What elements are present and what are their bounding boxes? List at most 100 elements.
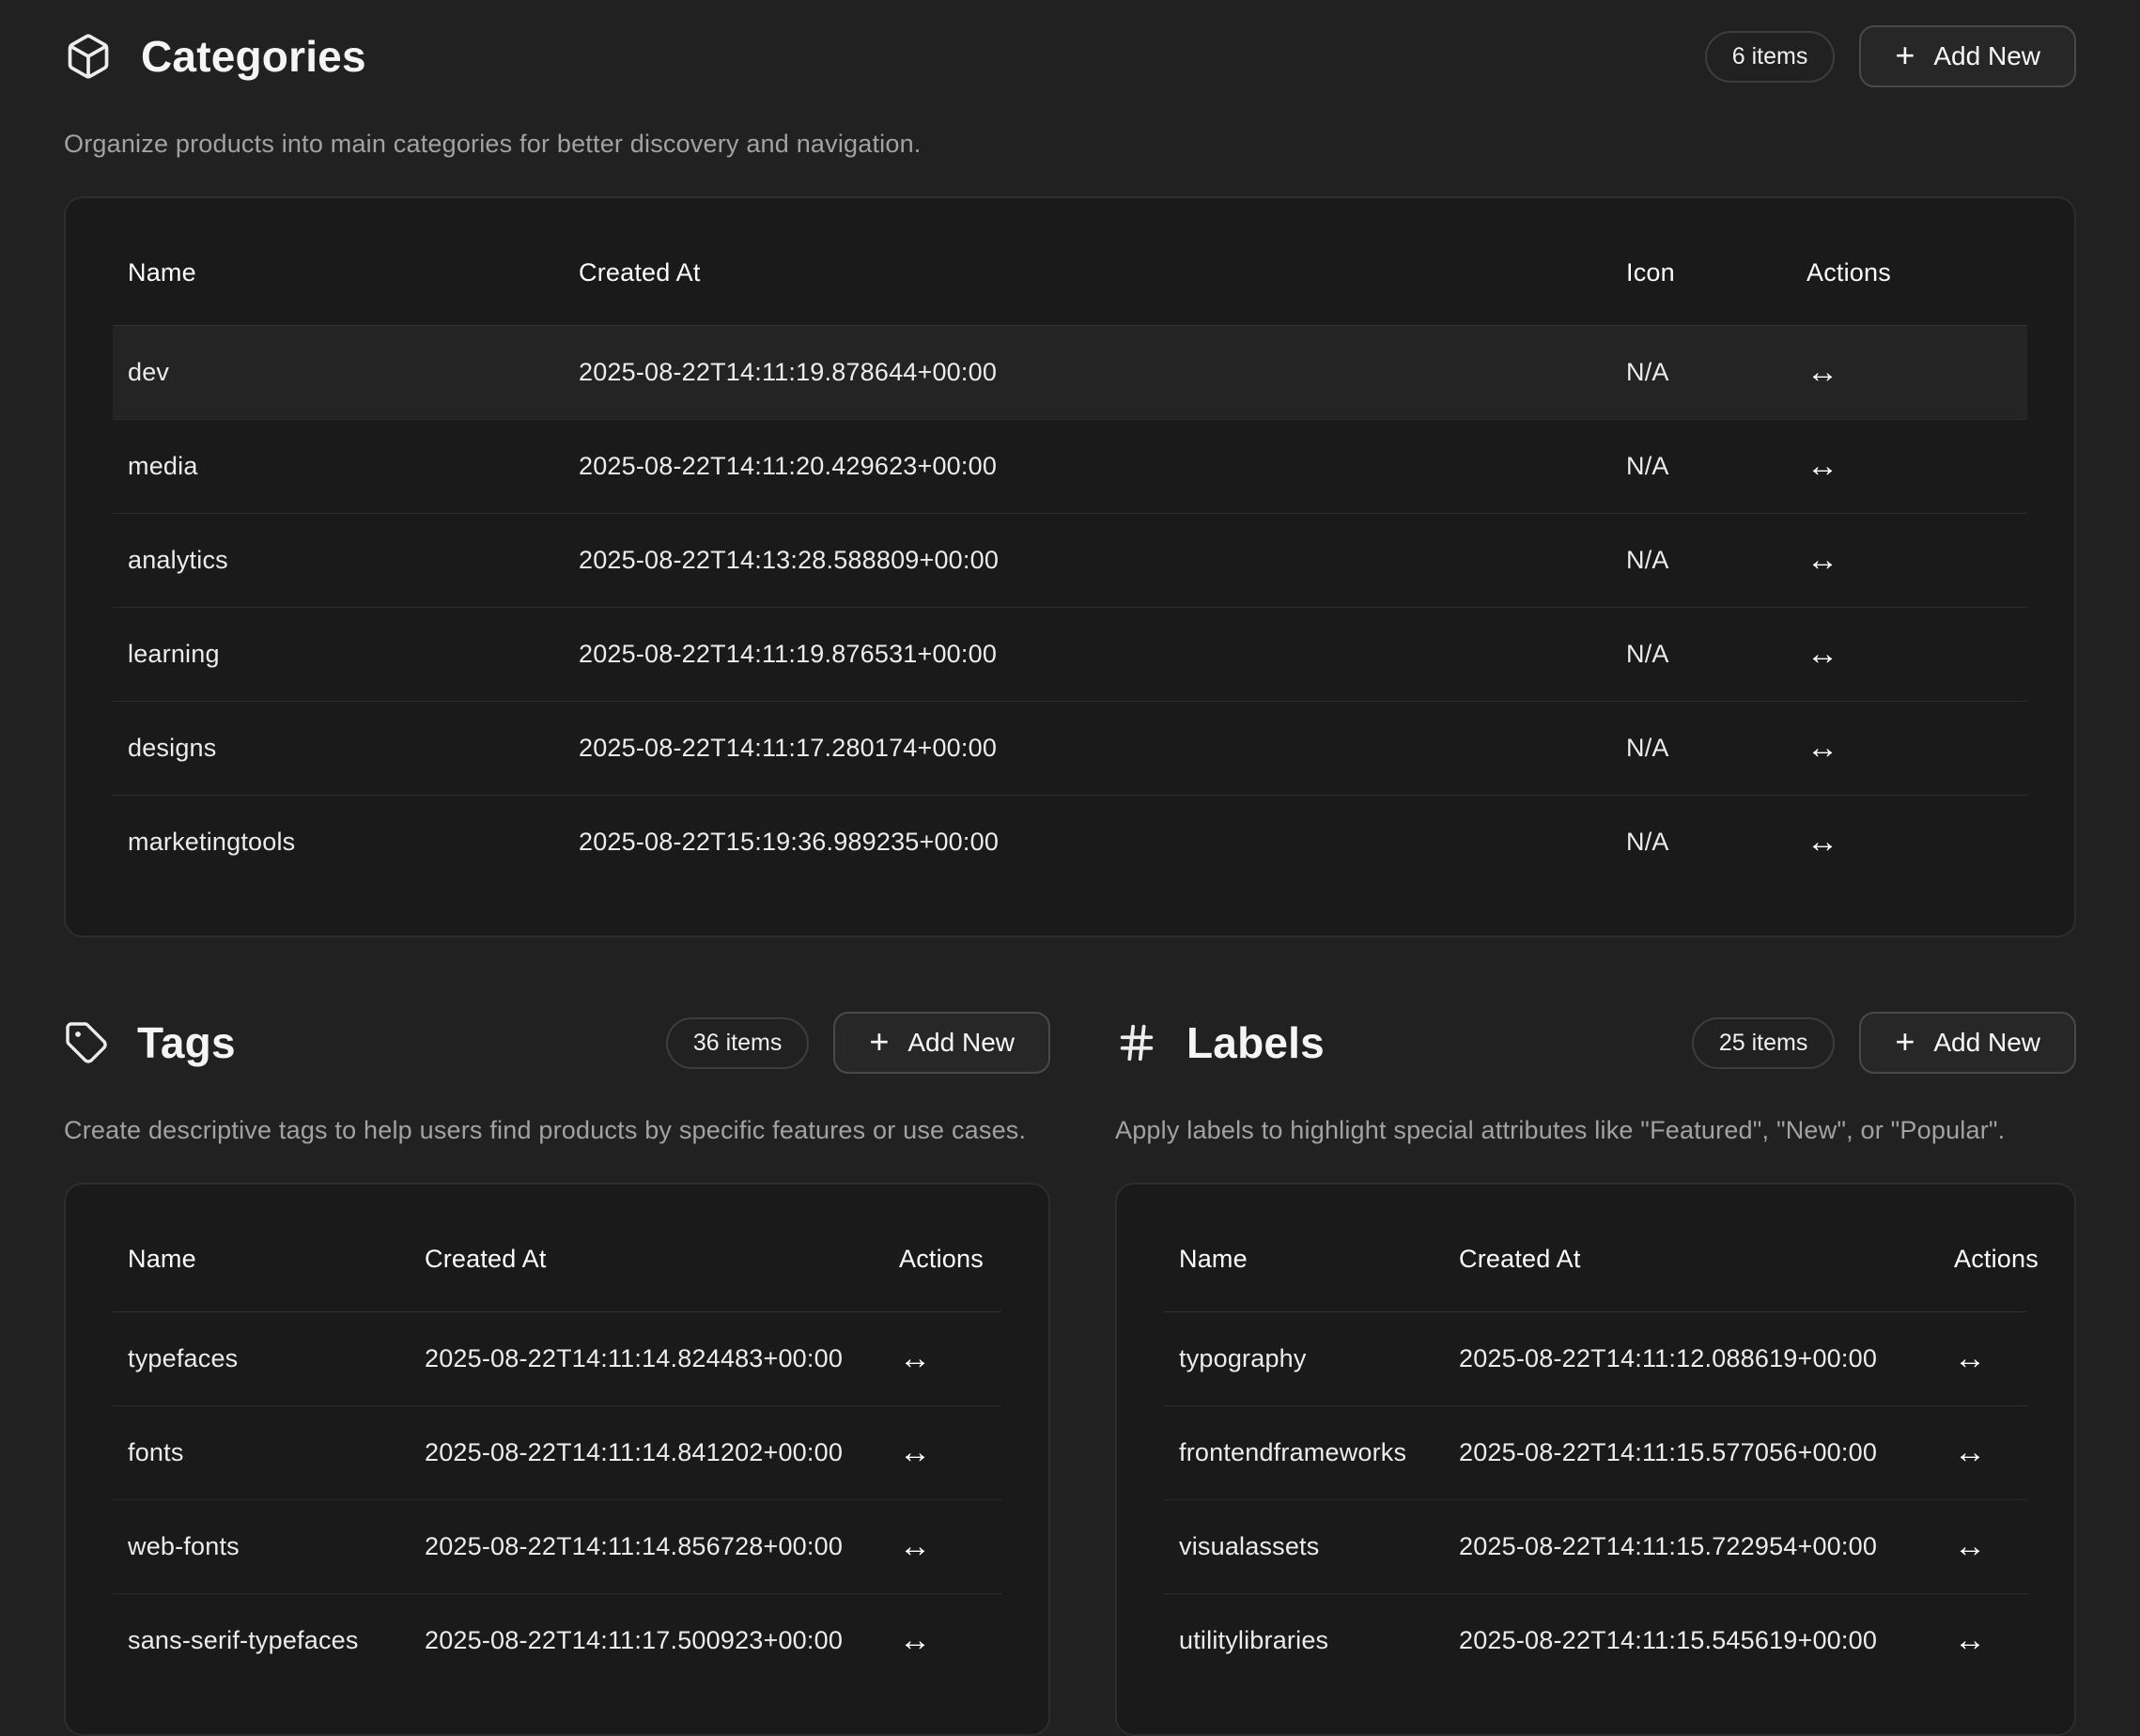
column-header-created-at: Created At [1444,1232,1939,1312]
cell-name: web-fonts [113,1500,410,1594]
tags-header: Tags 36 items + Add New [64,1009,1050,1077]
categories-header: Categories 6 items + Add New [64,23,2076,90]
move-arrow-icon[interactable]: ↔ [884,1594,1001,1688]
cell-created-at: 2025-08-22T15:19:36.989235+00:00 [564,796,1611,890]
cell-name: typefaces [113,1312,410,1406]
move-arrow-icon[interactable]: ↔ [1791,326,2027,420]
table-row[interactable]: analytics 2025-08-22T14:13:28.588809+00:… [113,514,2027,608]
cell-created-at: 2025-08-22T14:11:19.878644+00:00 [564,326,1611,420]
tags-description: Create descriptive tags to help users fi… [64,1116,1050,1145]
tag-icon [64,1020,109,1065]
column-header-created-at: Created At [410,1232,884,1312]
cell-created-at: 2025-08-22T14:11:15.722954+00:00 [1444,1500,1939,1594]
cell-icon: N/A [1611,326,1791,420]
plus-icon: + [869,1029,889,1056]
move-arrow-icon[interactable]: ↔ [884,1312,1001,1406]
categories-section: Categories 6 items + Add New Organize pr… [64,23,2076,938]
tags-count-badge: 36 items [666,1017,809,1069]
move-arrow-icon[interactable]: ↔ [1791,608,2027,702]
add-new-label: Add New [907,1028,1015,1058]
cell-created-at: 2025-08-22T14:11:15.545619+00:00 [1444,1594,1939,1688]
column-header-name: Name [113,245,564,326]
column-header-actions: Actions [884,1232,1001,1312]
table-row[interactable]: dev 2025-08-22T14:11:19.878644+00:00 N/A… [113,326,2027,420]
cell-created-at: 2025-08-22T14:11:17.280174+00:00 [564,702,1611,796]
cell-name: marketingtools [113,796,564,890]
cell-created-at: 2025-08-22T14:11:19.876531+00:00 [564,608,1611,702]
plus-icon: + [1895,42,1915,70]
cell-created-at: 2025-08-22T14:11:20.429623+00:00 [564,420,1611,514]
move-arrow-icon[interactable]: ↔ [1791,702,2027,796]
cell-name: sans-serif-typefaces [113,1594,410,1688]
move-arrow-icon[interactable]: ↔ [1791,514,2027,608]
categories-table: Name Created At Icon Actions dev 2025-08… [113,245,2027,889]
cell-icon: N/A [1611,796,1791,890]
table-row[interactable]: frontendframeworks 2025-08-22T14:11:15.5… [1164,1406,2027,1500]
table-row[interactable]: marketingtools 2025-08-22T15:19:36.98923… [113,796,2027,890]
plus-icon: + [1895,1029,1915,1056]
page-title: Categories [141,31,366,82]
column-header-icon: Icon [1611,245,1791,326]
table-header-row: Name Created At Icon Actions [113,245,2027,326]
cell-created-at: 2025-08-22T14:11:17.500923+00:00 [410,1594,884,1688]
labels-table: Name Created At Actions typography 2025-… [1164,1232,2027,1687]
move-arrow-icon[interactable]: ↔ [1791,420,2027,514]
tags-card: Name Created At Actions typefaces 2025-0… [64,1183,1050,1736]
cell-created-at: 2025-08-22T14:11:14.824483+00:00 [410,1312,884,1406]
categories-add-new-button[interactable]: + Add New [1859,25,2076,87]
move-arrow-icon[interactable]: ↔ [884,1500,1001,1594]
cell-name: frontendframeworks [1164,1406,1444,1500]
cell-name: visualassets [1164,1500,1444,1594]
add-new-label: Add New [1933,41,2040,71]
cell-created-at: 2025-08-22T14:11:12.088619+00:00 [1444,1312,1939,1406]
add-new-label: Add New [1933,1028,2040,1058]
column-header-created-at: Created At [564,245,1611,326]
cell-name: typography [1164,1312,1444,1406]
cell-created-at: 2025-08-22T14:11:15.577056+00:00 [1444,1406,1939,1500]
column-header-name: Name [113,1232,410,1312]
table-row[interactable]: learning 2025-08-22T14:11:19.876531+00:0… [113,608,2027,702]
move-arrow-icon[interactable]: ↔ [1791,796,2027,890]
categories-description: Organize products into main categories f… [64,130,2076,159]
labels-add-new-button[interactable]: + Add New [1859,1012,2076,1074]
labels-header: Labels 25 items + Add New [1115,1009,2076,1077]
move-arrow-icon[interactable]: ↔ [1939,1594,2027,1688]
categories-count-badge: 6 items [1705,31,1836,83]
labels-card: Name Created At Actions typography 2025-… [1115,1183,2076,1736]
cell-icon: N/A [1611,608,1791,702]
table-row[interactable]: typefaces 2025-08-22T14:11:14.824483+00:… [113,1312,1001,1406]
cell-icon: N/A [1611,514,1791,608]
labels-count-badge: 25 items [1692,1017,1835,1069]
table-row[interactable]: designs 2025-08-22T14:11:17.280174+00:00… [113,702,2027,796]
table-row[interactable]: typography 2025-08-22T14:11:12.088619+00… [1164,1312,2027,1406]
tags-section: Tags 36 items + Add New Create descripti… [64,1009,1050,1736]
table-row[interactable]: web-fonts 2025-08-22T14:11:14.856728+00:… [113,1500,1001,1594]
table-row[interactable]: media 2025-08-22T14:11:20.429623+00:00 N… [113,420,2027,514]
cell-name: analytics [113,514,564,608]
table-row[interactable]: utilitylibraries 2025-08-22T14:11:15.545… [1164,1594,2027,1688]
cell-name: dev [113,326,564,420]
cell-icon: N/A [1611,420,1791,514]
move-arrow-icon[interactable]: ↔ [884,1406,1001,1500]
move-arrow-icon[interactable]: ↔ [1939,1500,2027,1594]
tags-table: Name Created At Actions typefaces 2025-0… [113,1232,1001,1687]
cell-name: learning [113,608,564,702]
categories-card: Name Created At Icon Actions dev 2025-08… [64,196,2076,938]
tags-add-new-button[interactable]: + Add New [833,1012,1050,1074]
cell-name: media [113,420,564,514]
tags-title: Tags [137,1017,236,1068]
cell-name: utilitylibraries [1164,1594,1444,1688]
move-arrow-icon[interactable]: ↔ [1939,1406,2027,1500]
move-arrow-icon[interactable]: ↔ [1939,1312,2027,1406]
cell-icon: N/A [1611,702,1791,796]
table-row[interactable]: fonts 2025-08-22T14:11:14.841202+00:00 ↔ [113,1406,1001,1500]
cell-created-at: 2025-08-22T14:11:14.841202+00:00 [410,1406,884,1500]
table-row[interactable]: visualassets 2025-08-22T14:11:15.722954+… [1164,1500,2027,1594]
column-header-actions: Actions [1791,245,2027,326]
labels-section: Labels 25 items + Add New Apply labels t… [1115,1009,2076,1736]
labels-description: Apply labels to highlight special attrib… [1115,1116,2076,1145]
column-header-name: Name [1164,1232,1444,1312]
table-row[interactable]: sans-serif-typefaces 2025-08-22T14:11:17… [113,1594,1001,1688]
cell-name: designs [113,702,564,796]
labels-title: Labels [1186,1017,1325,1068]
